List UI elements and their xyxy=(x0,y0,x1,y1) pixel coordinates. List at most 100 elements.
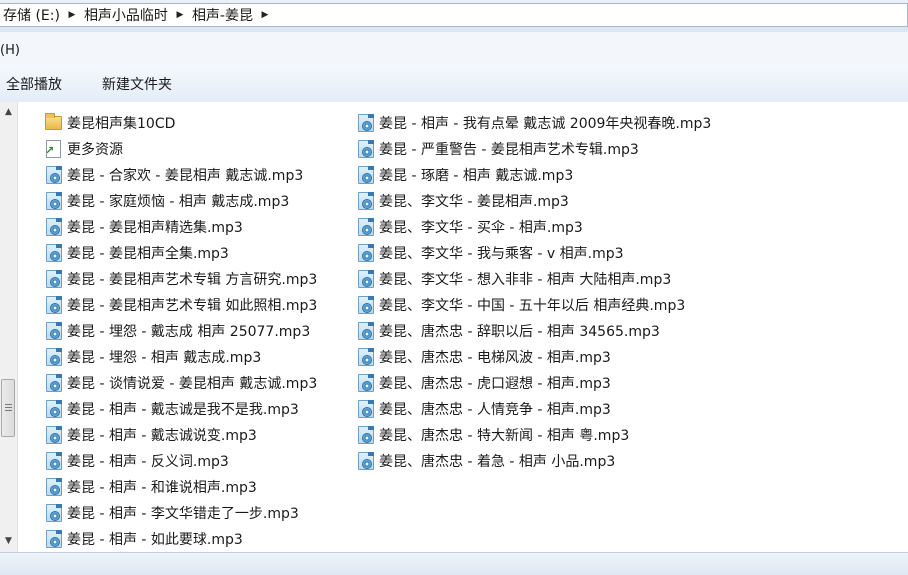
file-item[interactable]: 姜昆、唐杰忠 - 着急 - 相声 小品.mp3 xyxy=(356,448,711,474)
file-item[interactable]: 姜昆、唐杰忠 - 电梯风波 - 相声.mp3 xyxy=(356,344,711,370)
mp3-file-icon xyxy=(44,477,64,497)
mp3-file-icon xyxy=(44,295,64,315)
file-item[interactable]: 姜昆 - 相声 - 如此要球.mp3 xyxy=(44,526,317,552)
file-item[interactable]: 姜昆 - 相声 - 戴志诚是我不是我.mp3 xyxy=(44,396,317,422)
file-item[interactable]: 姜昆、唐杰忠 - 虎口遐想 - 相声.mp3 xyxy=(356,370,711,396)
play-all-button[interactable]: 全部播放 xyxy=(6,74,62,94)
file-item[interactable]: 姜昆 - 家庭烦恼 - 相声 戴志成.mp3 xyxy=(44,188,317,214)
file-item[interactable]: 姜昆 - 姜昆相声艺术专辑 如此照相.mp3 xyxy=(44,292,317,318)
file-item[interactable]: 姜昆、李文华 - 中国 - 五十年以后 相声经典.mp3 xyxy=(356,292,711,318)
mp3-file-icon xyxy=(44,243,64,263)
mp3-file-icon xyxy=(356,113,376,133)
file-name: 姜昆 - 埋怨 - 戴志成 相声 25077.mp3 xyxy=(67,324,311,340)
address-bar: 存储 (E:) ▶ 相声小品临时 ▶ 相声-姜昆 ▶ xyxy=(0,0,908,33)
file-name: 姜昆、李文华 - 买伞 - 相声.mp3 xyxy=(379,220,583,236)
file-item[interactable]: 姜昆 - 姜昆相声艺术专辑 方言研究.mp3 xyxy=(44,266,317,292)
file-name: 姜昆相声集10CD xyxy=(67,116,176,132)
shortcut-icon xyxy=(44,139,64,159)
file-item[interactable]: 姜昆 - 合家欢 - 姜昆相声 戴志诚.mp3 xyxy=(44,162,317,188)
file-item[interactable]: 姜昆、李文华 - 姜昆相声.mp3 xyxy=(356,188,711,214)
new-folder-button[interactable]: 新建文件夹 xyxy=(102,74,172,94)
chevron-right-icon[interactable]: ▶ xyxy=(256,10,274,20)
menu-bar: (H) xyxy=(0,32,908,65)
breadcrumb-item-current[interactable]: 相声-姜昆 ▶ xyxy=(189,4,274,26)
file-name: 姜昆、唐杰忠 - 特大新闻 - 相声 粤.mp3 xyxy=(379,428,630,444)
breadcrumb[interactable]: 存储 (E:) ▶ 相声小品临时 ▶ 相声-姜昆 ▶ xyxy=(0,3,908,27)
chevron-right-icon[interactable]: ▶ xyxy=(63,10,81,20)
mp3-file-icon xyxy=(356,373,376,393)
file-item[interactable]: 姜昆 - 相声 - 我有点晕 戴志诚 2009年央视春晚.mp3 xyxy=(356,110,711,136)
file-name: 姜昆 - 姜昆相声艺术专辑 方言研究.mp3 xyxy=(67,272,318,288)
file-list-pane: ▲ ▼ 姜昆相声集10CD 更多资源 姜昆 - 合家欢 - 姜昆相声 戴志诚.m… xyxy=(0,102,908,552)
command-bar: 全部播放 新建文件夹 xyxy=(0,64,908,103)
mp3-file-icon xyxy=(44,451,64,471)
file-item[interactable]: 姜昆 - 相声 - 李文华错走了一步.mp3 xyxy=(44,500,317,526)
breadcrumb-item-drive[interactable]: 存储 (E:) ▶ xyxy=(0,4,81,26)
file-name: 姜昆 - 相声 - 戴志诚说变.mp3 xyxy=(67,428,257,444)
mp3-file-icon xyxy=(356,295,376,315)
mp3-file-icon xyxy=(44,425,64,445)
file-name: 姜昆 - 姜昆相声精选集.mp3 xyxy=(67,220,243,236)
file-name: 姜昆、唐杰忠 - 着急 - 相声 小品.mp3 xyxy=(379,454,616,470)
file-column-1: 姜昆相声集10CD 更多资源 姜昆 - 合家欢 - 姜昆相声 戴志诚.mp3 姜… xyxy=(44,110,317,552)
breadcrumb-item-folder[interactable]: 相声小品临时 ▶ xyxy=(81,4,189,26)
file-name: 姜昆、李文华 - 我与乘客 - v 相声.mp3 xyxy=(379,246,624,262)
file-name: 姜昆 - 谈情说爱 - 姜昆相声 戴志诚.mp3 xyxy=(67,376,318,392)
file-item[interactable]: 姜昆 - 相声 - 和谁说相声.mp3 xyxy=(44,474,317,500)
mp3-file-icon xyxy=(44,165,64,185)
file-name: 姜昆、李文华 - 想入非非 - 相声 大陆相声.mp3 xyxy=(379,272,672,288)
file-name: 姜昆 - 姜昆相声艺术专辑 如此照相.mp3 xyxy=(67,298,318,314)
file-item[interactable]: 姜昆 - 埋怨 - 戴志成 相声 25077.mp3 xyxy=(44,318,317,344)
file-item[interactable]: 姜昆 - 相声 - 反义词.mp3 xyxy=(44,448,317,474)
file-item[interactable]: 姜昆 - 姜昆相声精选集.mp3 xyxy=(44,214,317,240)
file-name: 姜昆 - 琢磨 - 相声 戴志诚.mp3 xyxy=(379,168,574,184)
mp3-file-icon xyxy=(44,373,64,393)
scroll-up-arrow-icon[interactable]: ▲ xyxy=(0,104,17,121)
shortcut-item[interactable]: 更多资源 xyxy=(44,136,317,162)
scroll-down-arrow-icon[interactable]: ▼ xyxy=(0,533,17,550)
mp3-file-icon xyxy=(356,425,376,445)
file-name: 姜昆 - 姜昆相声全集.mp3 xyxy=(67,246,229,262)
folder-item[interactable]: 姜昆相声集10CD xyxy=(44,110,317,136)
mp3-file-icon xyxy=(356,347,376,367)
mp3-file-icon xyxy=(44,191,64,211)
file-item[interactable]: 姜昆、李文华 - 买伞 - 相声.mp3 xyxy=(356,214,711,240)
breadcrumb-label: 相声小品临时 xyxy=(83,8,168,24)
mp3-file-icon xyxy=(44,269,64,289)
mp3-file-icon xyxy=(44,347,64,367)
file-item[interactable]: 姜昆 - 谈情说爱 - 姜昆相声 戴志诚.mp3 xyxy=(44,370,317,396)
mp3-file-icon xyxy=(44,529,64,549)
file-name: 姜昆、唐杰忠 - 人情竞争 - 相声.mp3 xyxy=(379,402,611,418)
file-item[interactable]: 姜昆、李文华 - 想入非非 - 相声 大陆相声.mp3 xyxy=(356,266,711,292)
file-item[interactable]: 姜昆 - 相声 - 戴志诚说变.mp3 xyxy=(44,422,317,448)
menu-item-help[interactable]: (H) xyxy=(0,43,20,58)
file-name: 姜昆 - 相声 - 和谁说相声.mp3 xyxy=(67,480,257,496)
file-item[interactable]: 姜昆、唐杰忠 - 人情竞争 - 相声.mp3 xyxy=(356,396,711,422)
file-name: 姜昆 - 合家欢 - 姜昆相声 戴志诚.mp3 xyxy=(67,168,304,184)
file-name: 姜昆 - 相声 - 戴志诚是我不是我.mp3 xyxy=(67,402,299,418)
mp3-file-icon xyxy=(44,321,64,341)
mp3-file-icon xyxy=(44,217,64,237)
file-name: 姜昆 - 严重警告 - 姜昆相声艺术专辑.mp3 xyxy=(379,142,639,158)
breadcrumb-label: 相声-姜昆 xyxy=(191,8,253,24)
file-name: 姜昆 - 相声 - 如此要球.mp3 xyxy=(67,532,243,548)
file-item[interactable]: 姜昆 - 埋怨 - 相声 戴志成.mp3 xyxy=(44,344,317,370)
file-name: 姜昆 - 相声 - 我有点晕 戴志诚 2009年央视春晚.mp3 xyxy=(379,116,712,132)
file-item[interactable]: 姜昆、李文华 - 我与乘客 - v 相声.mp3 xyxy=(356,240,711,266)
file-item[interactable]: 姜昆、唐杰忠 - 特大新闻 - 相声 粤.mp3 xyxy=(356,422,711,448)
file-column-2: 姜昆 - 相声 - 我有点晕 戴志诚 2009年央视春晚.mp3 姜昆 - 严重… xyxy=(356,110,711,474)
scrollbar-thumb[interactable] xyxy=(1,379,15,437)
file-item[interactable]: 姜昆 - 严重警告 - 姜昆相声艺术专辑.mp3 xyxy=(356,136,711,162)
file-name: 姜昆、唐杰忠 - 虎口遐想 - 相声.mp3 xyxy=(379,376,611,392)
file-name: 姜昆 - 相声 - 李文华错走了一步.mp3 xyxy=(67,506,299,522)
mp3-file-icon xyxy=(356,217,376,237)
file-item[interactable]: 姜昆 - 琢磨 - 相声 戴志诚.mp3 xyxy=(356,162,711,188)
vertical-scrollbar[interactable]: ▲ ▼ xyxy=(0,102,18,552)
status-bar xyxy=(0,552,908,575)
file-name: 姜昆、李文华 - 姜昆相声.mp3 xyxy=(379,194,569,210)
file-item[interactable]: 姜昆 - 姜昆相声全集.mp3 xyxy=(44,240,317,266)
file-item[interactable]: 姜昆、唐杰忠 - 辞职以后 - 相声 34565.mp3 xyxy=(356,318,711,344)
mp3-file-icon xyxy=(356,451,376,471)
chevron-right-icon[interactable]: ▶ xyxy=(171,10,189,20)
file-name: 姜昆、唐杰忠 - 电梯风波 - 相声.mp3 xyxy=(379,350,611,366)
